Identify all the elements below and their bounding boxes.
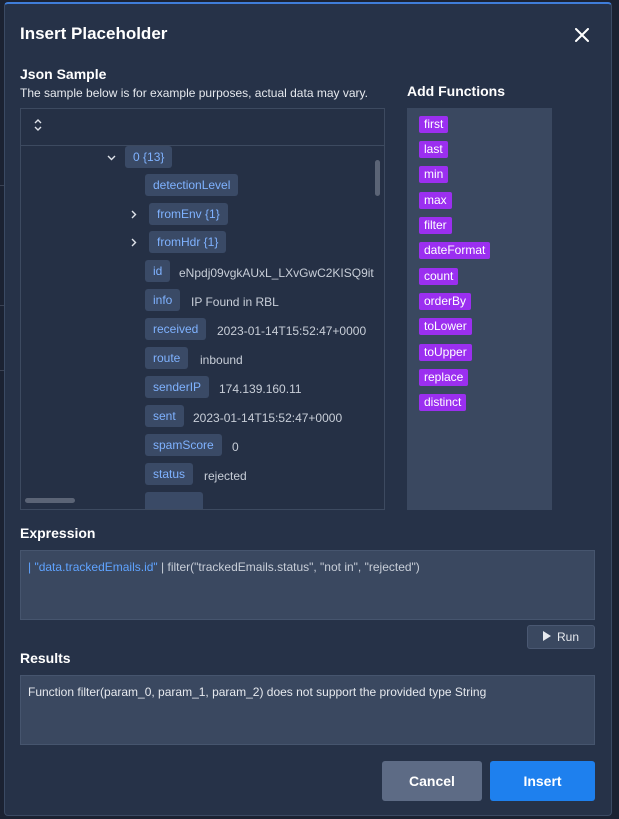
json-value: 0 [232,440,239,454]
horizontal-scrollbar[interactable] [25,498,75,503]
json-key-partial[interactable] [145,492,203,509]
function-first[interactable]: first [419,116,449,133]
json-key[interactable]: info [145,289,181,311]
json-key[interactable]: fromHdr {1} [149,231,227,253]
function-last[interactable]: last [419,141,448,158]
function-toupper[interactable]: toUpper [419,344,472,361]
chevron-right-icon[interactable] [129,209,139,219]
run-button[interactable]: Run [527,625,595,649]
expression-path: "data.trackedEmails.id" [34,560,158,574]
function-filter[interactable]: filter [419,217,452,234]
function-replace[interactable]: replace [419,369,469,386]
json-key[interactable]: detectionLevel [145,174,239,196]
json-tree-header [21,109,384,146]
json-sample-label: Json Sample [20,66,107,82]
vertical-scrollbar[interactable] [375,160,380,196]
json-value: IP Found in RBL [191,295,279,309]
play-icon [542,630,551,644]
json-tree-panel: 0 {13} detectionLevel fromEnv {1} fromHd… [20,108,385,510]
json-sample-note: The sample below is for example purposes… [20,86,368,100]
expand-collapse-icon[interactable] [33,118,43,136]
function-max[interactable]: max [419,192,452,209]
json-value: 174.139.160.11 [219,382,302,396]
add-functions-label: Add Functions [407,83,505,99]
json-key[interactable]: fromEnv {1} [149,203,228,225]
cancel-button[interactable]: Cancel [382,761,482,801]
functions-panel: first last min max filter dateFormat cou… [407,108,552,510]
function-dateformat[interactable]: dateFormat [419,242,491,259]
close-icon[interactable] [571,24,593,46]
insert-button[interactable]: Insert [490,761,595,801]
expression-rest: | filter("trackedEmails.status", "not in… [157,560,420,574]
results-label: Results [20,650,71,666]
function-distinct[interactable]: distinct [419,394,467,411]
json-value: rejected [204,469,247,483]
json-value: 2023-01-14T15:52:47+0000 [217,324,367,338]
run-button-label: Run [556,630,579,644]
json-value: 2023-01-14T15:52:47+0000 [193,411,343,425]
expression-input[interactable]: | "data.trackedEmails.id" | filter("trac… [20,550,595,620]
json-key[interactable]: status [145,463,194,485]
dialog-title: Insert Placeholder [20,24,168,43]
results-output: Function filter(param_0, param_1, param_… [20,675,595,745]
json-root-node[interactable]: 0 {13} [125,146,173,168]
json-value: inbound [200,353,243,367]
json-key[interactable]: received [145,318,207,340]
insert-placeholder-dialog: Insert Placeholder Json Sample The sampl… [4,2,612,816]
function-count[interactable]: count [419,268,459,285]
chevron-down-icon[interactable] [106,153,116,163]
expression-label: Expression [20,525,96,541]
json-key[interactable]: id [145,260,171,282]
function-orderby[interactable]: orderBy [419,293,472,310]
json-value: eNpdj09vgkAUxL_LXvGwC2KISQ9it [179,266,374,280]
json-tree[interactable]: 0 {13} detectionLevel fromEnv {1} fromHd… [21,146,384,509]
chevron-right-icon[interactable] [129,237,139,247]
function-tolower[interactable]: toLower [419,318,472,335]
json-key[interactable]: spamScore [145,434,222,456]
json-key[interactable]: route [145,347,189,369]
function-min[interactable]: min [419,166,449,183]
json-key[interactable]: senderIP [145,376,210,398]
json-key[interactable]: sent [145,405,184,427]
